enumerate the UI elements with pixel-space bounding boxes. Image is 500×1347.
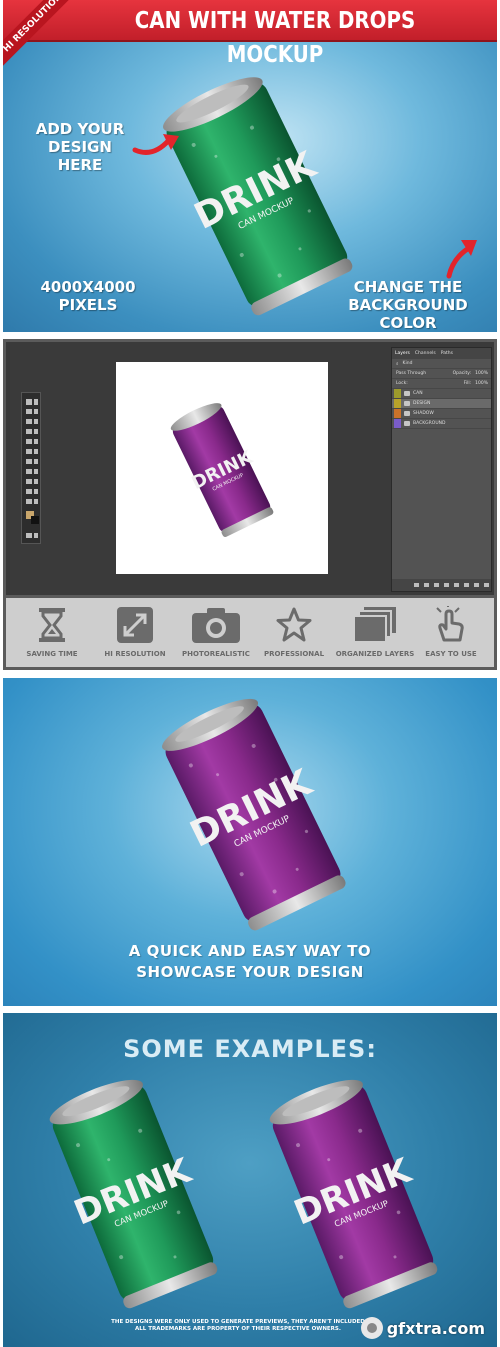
green-can-example: DRINK CAN MOCKUP bbox=[49, 1079, 218, 1309]
layer-name: CAN bbox=[413, 391, 423, 396]
photoshop-panel: DRINK CAN MOCKUP Layers Channels Paths ⌕… bbox=[3, 339, 497, 670]
visibility-eye-icon[interactable] bbox=[394, 399, 401, 408]
fill-value[interactable]: 100% bbox=[475, 381, 491, 386]
lock-row: Lock: Fill: 100% bbox=[392, 379, 491, 389]
watermark-text: gfxtra.com bbox=[386, 1318, 485, 1338]
change-bg-callout: CHANGE THE BACKGROUND COLOR bbox=[348, 278, 468, 332]
tab-paths[interactable]: Paths bbox=[441, 351, 453, 356]
tools-panel[interactable] bbox=[21, 392, 41, 544]
feature-label: EASY TO USE bbox=[425, 650, 477, 658]
visibility-eye-icon[interactable] bbox=[394, 389, 401, 398]
opacity-value[interactable]: 100% bbox=[475, 371, 491, 376]
visibility-eye-icon[interactable] bbox=[394, 409, 401, 418]
search-icon: ⌕ bbox=[396, 361, 399, 367]
visibility-eye-icon[interactable] bbox=[394, 419, 401, 428]
purple-can-image: DRINK CAN MOCKUP bbox=[162, 698, 346, 931]
watermark: gfxtra.com bbox=[360, 1317, 485, 1339]
purple-can-example: DRINK CAN MOCKUP bbox=[269, 1079, 438, 1309]
star-icon bbox=[276, 607, 312, 642]
folder-icon bbox=[404, 401, 410, 406]
kind-filter[interactable]: Kind bbox=[403, 361, 413, 366]
filter-row: ⌕ Kind bbox=[392, 359, 491, 369]
purple-can-preview: DRINK CAN MOCKUP bbox=[170, 403, 274, 537]
layers-icon bbox=[353, 607, 396, 643]
opacity-label: Opacity: bbox=[452, 371, 472, 376]
hand-pointer-icon bbox=[436, 606, 464, 642]
feature-label: PROFESSIONAL bbox=[263, 650, 325, 658]
tab-layers[interactable]: Layers bbox=[395, 351, 410, 356]
feature-label: ORGANIZED LAYERS bbox=[335, 650, 415, 658]
feature-professional: PROFESSIONAL bbox=[254, 606, 334, 658]
layers-panel-footer bbox=[392, 579, 491, 591]
layer-action-icons[interactable] bbox=[392, 579, 493, 591]
blend-mode-select[interactable]: Pass Through bbox=[396, 371, 426, 376]
feature-photorealistic: PHOTOREALISTIC bbox=[176, 606, 256, 658]
layer-name: DESIGN bbox=[413, 401, 431, 406]
folder-icon bbox=[404, 411, 410, 416]
document-canvas[interactable]: DRINK CAN MOCKUP bbox=[116, 362, 328, 574]
feature-label: PHOTOREALISTIC bbox=[182, 650, 250, 658]
blend-row: Pass Through Opacity: 100% bbox=[392, 369, 491, 379]
feature-organized-layers: ORGANIZED LAYERS bbox=[335, 606, 415, 658]
layer-row-background[interactable]: BACKGROUND bbox=[392, 419, 491, 429]
add-design-callout: ADD YOUR DESIGN HERE bbox=[35, 120, 125, 174]
feature-strip: SAVING TIME HI RESOLUTION PHOTOREALISTIC bbox=[6, 595, 494, 667]
layer-name: SHADOW bbox=[413, 411, 434, 416]
folder-icon bbox=[404, 391, 410, 396]
layers-panel-tabs: Layers Channels Paths bbox=[392, 348, 491, 359]
fill-label: Fill: bbox=[463, 381, 472, 386]
showcase-panel: DRINK CAN MOCKUP A QUICK AND EASY WAY TO… bbox=[3, 678, 497, 1006]
examples-panel: SOME EXAMPLES: DRINK CAN MOCKUP DRINK CA… bbox=[3, 1013, 497, 1347]
feature-hi-resolution: HI RESOLUTION bbox=[95, 606, 175, 658]
tool-icons bbox=[26, 399, 39, 538]
photoshop-workspace: DRINK CAN MOCKUP Layers Channels Paths ⌕… bbox=[6, 342, 494, 595]
feature-easy-to-use: EASY TO USE bbox=[411, 606, 491, 658]
folder-icon bbox=[404, 421, 410, 426]
red-arrow-icon bbox=[132, 134, 179, 155]
resolution-callout: 4000X4000 PIXELS bbox=[40, 278, 136, 314]
layers-panel[interactable]: Layers Channels Paths ⌕ Kind Pass Throug… bbox=[391, 347, 492, 592]
layer-name: BACKGROUND bbox=[413, 421, 446, 426]
watermark-logo-icon bbox=[360, 1317, 383, 1339]
lock-label: Lock: bbox=[396, 381, 408, 386]
red-arrow-up-icon bbox=[446, 240, 477, 279]
title-bar: CAN WITH WATER DROPS MOCKUP bbox=[3, 0, 497, 68]
layer-row-can[interactable]: CAN bbox=[392, 389, 491, 399]
camera-icon bbox=[192, 608, 240, 643]
hourglass-icon bbox=[39, 608, 65, 642]
expand-arrows-icon bbox=[117, 607, 153, 643]
hero-panel: CAN WITH WATER DROPS MOCKUP HI RESOLUTIO… bbox=[3, 0, 497, 332]
feature-label: HI RESOLUTION bbox=[104, 650, 166, 658]
layer-row-design[interactable]: DESIGN bbox=[392, 399, 491, 409]
layer-row-shadow[interactable]: SHADOW bbox=[392, 409, 491, 419]
tab-channels[interactable]: Channels bbox=[415, 351, 436, 356]
feature-saving-time: SAVING TIME bbox=[12, 606, 92, 658]
feature-label: SAVING TIME bbox=[26, 650, 78, 658]
examples-title: SOME EXAMPLES: bbox=[123, 1035, 377, 1063]
tagline: A QUICK AND EASY WAY TO SHOWCASE YOUR DE… bbox=[128, 942, 372, 981]
